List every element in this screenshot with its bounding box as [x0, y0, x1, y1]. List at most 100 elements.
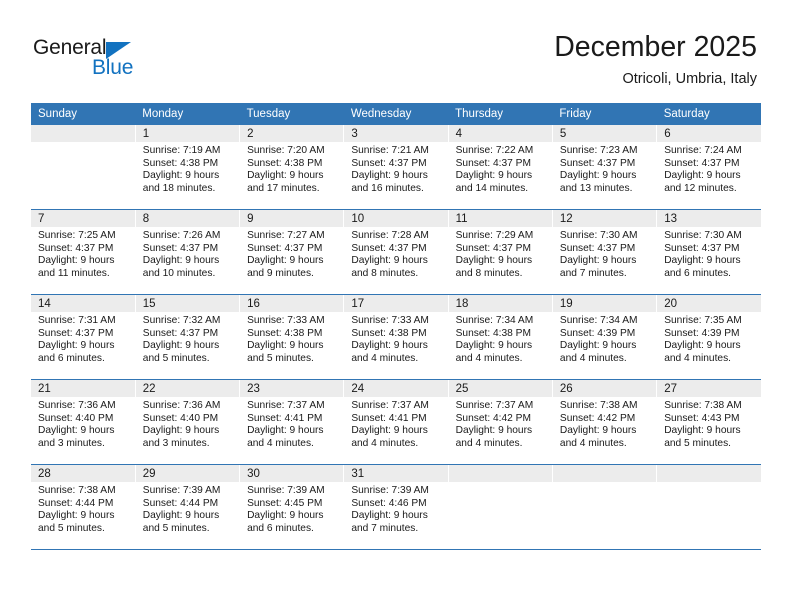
daylight-duration-line1: Daylight: 9 hours: [351, 425, 428, 437]
day-number: 20: [657, 295, 761, 312]
calendar-day-cell[interactable]: 8 Sunrise: 7:26 AM Sunset: 4:37 PM Daylight…: [135, 209, 241, 295]
calendar-day-cell[interactable]: 6 Sunrise: 7:24 AM Sunset: 4:37 PM Daylight…: [656, 125, 761, 210]
calendar-day-cell[interactable]: 22 Sunrise: 7:36 AM Sunset: 4:40 PM Dayligh…: [135, 379, 241, 465]
calendar-day-cell[interactable]: 14 Sunrise: 7:31 AM Sunset: 4:37 PM Dayligh…: [31, 294, 136, 380]
day-number: 17: [344, 295, 448, 312]
day-number: 3: [344, 125, 448, 142]
day-cell-details: Sunrise: 7:20 AM Sunset: 4:38 PM Daylight:…: [240, 142, 343, 195]
day-number: 9: [240, 210, 344, 227]
calendar-day-cell[interactable]: 16 Sunrise: 7:33 AM Sunset: 4:38 PM Dayligh…: [239, 294, 345, 380]
daylight-duration-line1: Daylight: 9 hours: [38, 340, 115, 352]
day-cell-inner: 17 Sunrise: 7:33 AM Sunset: 4:38 PM Dayligh…: [344, 295, 448, 379]
day-number: 2: [240, 125, 344, 142]
calendar-day-cell[interactable]: 10 Sunrise: 7:28 AM Sunset: 4:37 PM Dayligh…: [343, 209, 449, 295]
day-number: 12: [552, 210, 657, 227]
calendar-day-cell[interactable]: 29 Sunrise: 7:39 AM Sunset: 4:44 PM Dayligh…: [135, 464, 241, 550]
day-cell-details: Sunrise: 7:31 AM Sunset: 4:37 PM Daylight:…: [31, 312, 135, 365]
daylight-duration-line1: Daylight: 9 hours: [38, 255, 115, 267]
calendar-day-cell[interactable]: 12 Sunrise: 7:30 AM Sunset: 4:37 PM Dayligh…: [552, 209, 658, 295]
day-cell-details: Sunrise: 7:38 AM Sunset: 4:42 PM Daylight:…: [553, 397, 656, 450]
sunset-time: Sunset: 4:38 PM: [142, 157, 219, 169]
day-number: 30: [240, 465, 344, 482]
daylight-duration-line1: Daylight: 9 hours: [455, 340, 533, 352]
calendar-day-cell[interactable]: 20 Sunrise: 7:35 AM Sunset: 4:39 PM Dayligh…: [656, 294, 761, 380]
day-cell-inner: [657, 465, 761, 549]
calendar-day-cell-empty: [31, 125, 136, 210]
day-number: [448, 465, 552, 482]
sunrise-time: Sunrise: 7:22 AM: [455, 145, 534, 156]
calendar-day-cell[interactable]: 28 Sunrise: 7:38 AM Sunset: 4:44 PM Dayligh…: [31, 464, 136, 550]
day-cell-details: Sunrise: 7:36 AM Sunset: 4:40 PM Daylight:…: [136, 397, 239, 450]
daylight-duration-line1: Daylight: 9 hours: [142, 340, 220, 352]
daylight-duration-line2: and 8 minutes.: [351, 267, 419, 279]
sunset-time: Sunset: 4:44 PM: [142, 497, 219, 509]
daylight-duration-line1: Daylight: 9 hours: [247, 170, 324, 182]
sunrise-time: Sunrise: 7:21 AM: [351, 145, 429, 156]
calendar-day-cell[interactable]: 31 Sunrise: 7:39 AM Sunset: 4:46 PM Dayligh…: [343, 464, 449, 550]
day-cell-inner: 12 Sunrise: 7:30 AM Sunset: 4:37 PM Dayligh…: [552, 210, 657, 294]
day-cell-details: Sunrise: 7:27 AM Sunset: 4:37 PM Daylight:…: [240, 227, 343, 280]
day-number: 1: [135, 125, 240, 142]
daylight-duration-line1: Daylight: 9 hours: [142, 170, 220, 182]
daylight-duration-line2: and 4 minutes.: [247, 437, 314, 449]
logo-text-blue: Blue: [92, 56, 134, 79]
sunset-time: Sunset: 4:37 PM: [664, 242, 740, 254]
calendar-day-cell[interactable]: 17 Sunrise: 7:33 AM Sunset: 4:38 PM Dayligh…: [343, 294, 449, 380]
sunset-time: Sunset: 4:38 PM: [247, 327, 323, 339]
calendar-day-cell[interactable]: 9 Sunrise: 7:27 AM Sunset: 4:37 PM Daylight…: [239, 209, 345, 295]
day-cell-details: Sunrise: 7:38 AM Sunset: 4:43 PM Daylight:…: [657, 397, 761, 450]
weekday-header-saturday: Saturday: [656, 103, 761, 125]
sunset-time: Sunset: 4:46 PM: [351, 497, 427, 509]
sunset-time: Sunset: 4:39 PM: [559, 327, 636, 339]
day-cell-inner: 8 Sunrise: 7:26 AM Sunset: 4:37 PM Daylight…: [135, 210, 240, 294]
calendar-day-cell[interactable]: 19 Sunrise: 7:34 AM Sunset: 4:39 PM Dayligh…: [552, 294, 658, 380]
sunrise-time: Sunrise: 7:27 AM: [247, 230, 325, 241]
sunrise-time: Sunrise: 7:35 AM: [664, 315, 742, 326]
daylight-duration-line2: and 13 minutes.: [559, 182, 633, 194]
day-cell-inner: 2 Sunrise: 7:20 AM Sunset: 4:38 PM Daylight…: [240, 125, 344, 209]
calendar-day-cell[interactable]: 4 Sunrise: 7:22 AM Sunset: 4:37 PM Daylight…: [448, 125, 553, 210]
daylight-duration-line1: Daylight: 9 hours: [664, 255, 741, 267]
sunrise-time: Sunrise: 7:34 AM: [559, 315, 638, 326]
sunrise-time: Sunrise: 7:38 AM: [559, 400, 638, 411]
day-cell-inner: 10 Sunrise: 7:28 AM Sunset: 4:37 PM Dayligh…: [344, 210, 448, 294]
day-cell-inner: [31, 125, 135, 209]
day-cell-inner: 24 Sunrise: 7:37 AM Sunset: 4:41 PM Dayligh…: [344, 380, 448, 464]
general-blue-logo[interactable]: General Blue: [33, 36, 163, 84]
calendar-day-cell[interactable]: 11 Sunrise: 7:29 AM Sunset: 4:37 PM Dayligh…: [448, 209, 553, 295]
calendar-week-row: 7 Sunrise: 7:25 AM Sunset: 4:37 PM Daylight…: [31, 209, 761, 295]
calendar-day-cell[interactable]: 1 Sunrise: 7:19 AM Sunset: 4:38 PM Daylight…: [135, 125, 241, 210]
calendar-day-cell[interactable]: 18 Sunrise: 7:34 AM Sunset: 4:38 PM Dayligh…: [448, 294, 553, 380]
calendar-day-cell[interactable]: 27 Sunrise: 7:38 AM Sunset: 4:43 PM Dayligh…: [656, 379, 761, 465]
day-cell-inner: 19 Sunrise: 7:34 AM Sunset: 4:39 PM Dayligh…: [552, 295, 657, 379]
calendar-day-cell[interactable]: 3 Sunrise: 7:21 AM Sunset: 4:37 PM Daylight…: [343, 125, 449, 210]
day-cell-inner: [448, 465, 552, 549]
calendar-day-cell[interactable]: 2 Sunrise: 7:20 AM Sunset: 4:38 PM Daylight…: [239, 125, 345, 210]
daylight-duration-line1: Daylight: 9 hours: [455, 255, 533, 267]
calendar-day-cell-empty: [552, 464, 658, 550]
daylight-duration-line1: Daylight: 9 hours: [247, 340, 324, 352]
day-cell-inner: 28 Sunrise: 7:38 AM Sunset: 4:44 PM Dayligh…: [31, 465, 135, 549]
daylight-duration-line1: Daylight: 9 hours: [455, 170, 533, 182]
day-cell-inner: 31 Sunrise: 7:39 AM Sunset: 4:46 PM Dayligh…: [344, 465, 448, 549]
calendar-day-cell[interactable]: 21 Sunrise: 7:36 AM Sunset: 4:40 PM Dayligh…: [31, 379, 136, 465]
daylight-duration-line1: Daylight: 9 hours: [142, 510, 220, 522]
calendar-day-cell[interactable]: 25 Sunrise: 7:37 AM Sunset: 4:42 PM Dayligh…: [448, 379, 553, 465]
calendar-day-cell[interactable]: 13 Sunrise: 7:30 AM Sunset: 4:37 PM Dayligh…: [656, 209, 761, 295]
sunset-time: Sunset: 4:41 PM: [247, 412, 323, 424]
calendar-day-cell[interactable]: 15 Sunrise: 7:32 AM Sunset: 4:37 PM Dayligh…: [135, 294, 241, 380]
calendar-day-cell[interactable]: 26 Sunrise: 7:38 AM Sunset: 4:42 PM Dayligh…: [552, 379, 658, 465]
calendar-day-cell[interactable]: 23 Sunrise: 7:37 AM Sunset: 4:41 PM Dayligh…: [239, 379, 345, 465]
daylight-duration-line1: Daylight: 9 hours: [351, 510, 428, 522]
day-cell-inner: 29 Sunrise: 7:39 AM Sunset: 4:44 PM Dayligh…: [135, 465, 240, 549]
sunrise-time: Sunrise: 7:19 AM: [142, 145, 221, 156]
calendar-day-cell[interactable]: 5 Sunrise: 7:23 AM Sunset: 4:37 PM Daylight…: [552, 125, 658, 210]
calendar-day-cell[interactable]: 30 Sunrise: 7:39 AM Sunset: 4:45 PM Dayligh…: [239, 464, 345, 550]
day-cell-inner: 26 Sunrise: 7:38 AM Sunset: 4:42 PM Dayligh…: [552, 380, 657, 464]
calendar-day-cell[interactable]: 7 Sunrise: 7:25 AM Sunset: 4:37 PM Daylight…: [31, 209, 136, 295]
sunrise-time: Sunrise: 7:37 AM: [351, 400, 429, 411]
daylight-duration-line2: and 17 minutes.: [247, 182, 320, 194]
sunset-time: Sunset: 4:37 PM: [455, 242, 531, 254]
calendar-day-cell-empty: [656, 464, 761, 550]
calendar-day-cell[interactable]: 24 Sunrise: 7:37 AM Sunset: 4:41 PM Dayligh…: [343, 379, 449, 465]
